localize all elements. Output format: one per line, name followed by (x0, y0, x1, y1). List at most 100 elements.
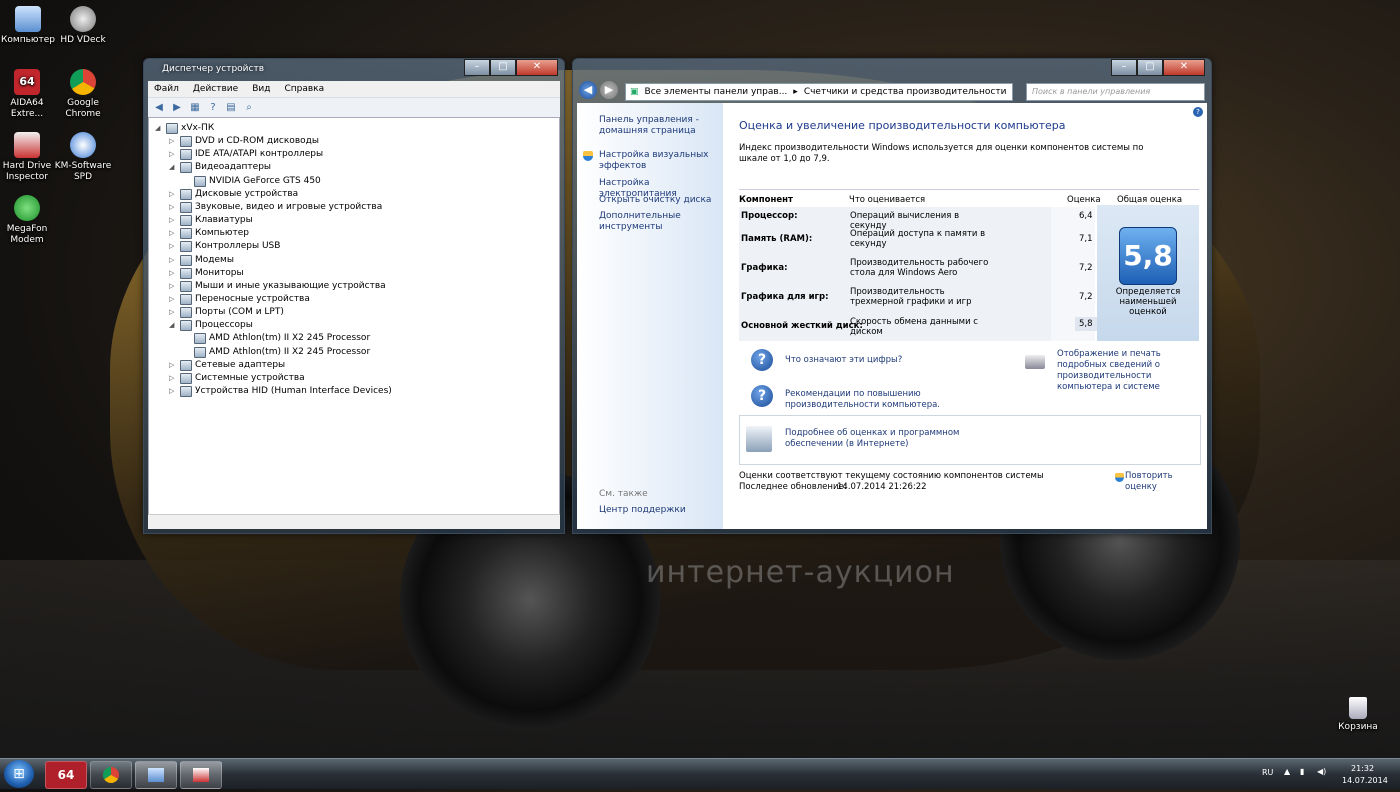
expand-arrow-icon[interactable]: ▷ (169, 385, 177, 398)
language-indicator[interactable]: RU (1262, 768, 1273, 777)
device-manager-window[interactable]: Диспетчер устройств – □ ✕ Файл Действие … (143, 58, 565, 534)
minimize-button[interactable]: – (1111, 59, 1137, 76)
tree-node[interactable]: ▷ Звуковые, видео и игровые устройства (169, 201, 382, 214)
desktop-icon-hd-vdeck[interactable]: HD VDeck (53, 6, 113, 46)
what-numbers-link[interactable]: Что означают эти цифры? (785, 355, 902, 366)
properties-icon[interactable]: ▦ (188, 102, 202, 114)
minimize-button[interactable]: – (464, 59, 490, 76)
expand-arrow-icon[interactable]: ▷ (169, 293, 177, 306)
expand-arrow-icon[interactable]: ▷ (169, 214, 177, 227)
sidebar-home-link[interactable]: Панель управления - домашняя страница (599, 115, 709, 137)
device-tree[interactable]: ◢ xVx-ПК ▷ DVD и CD-ROM дисководы ▷ IDE ATA/A… (148, 117, 560, 515)
taskbar-control-panel[interactable] (180, 761, 222, 789)
breadcrumb-all-items[interactable]: Все элементы панели управ... (645, 87, 788, 97)
clock-date[interactable]: 14.07.2014 (1342, 776, 1388, 785)
expand-arrow-icon[interactable]: ▷ (169, 201, 177, 214)
performance-window[interactable]: – □ ✕ ◀ ▶ ▣ Все элементы панели управ...… (572, 58, 1212, 534)
support-center-link[interactable]: Центр поддержки (599, 505, 686, 516)
tree-node[interactable]: ▷ Компьютер (169, 227, 249, 240)
maximize-button[interactable]: □ (490, 59, 516, 76)
row-disk-what: Скорость обмена данными с диском (850, 317, 978, 337)
expand-arrow-icon[interactable]: ▷ (169, 240, 177, 253)
tree-node[interactable]: ◢ Процессоры (169, 319, 253, 332)
expand-arrow-icon[interactable]: ▷ (169, 227, 177, 240)
tree-node[interactable]: ▷ Мониторы (169, 267, 244, 280)
address-bar[interactable]: ▣ Все элементы панели управ... ▸ Счетчик… (625, 83, 1013, 101)
close-button[interactable]: ✕ (516, 59, 558, 76)
more-info-link[interactable]: Подробнее об оценках и программном обесп… (785, 428, 965, 450)
volume-icon[interactable]: ◀) (1317, 767, 1326, 776)
desktop-icon-recycle-bin[interactable]: Корзина (1328, 697, 1388, 733)
expand-arrow-icon[interactable]: ▷ (169, 280, 177, 293)
collapse-arrow-icon[interactable]: ◢ (169, 319, 177, 332)
expand-arrow-icon[interactable]: ▷ (169, 306, 177, 319)
desktop-icon-aida64[interactable]: 64 AIDA64 Extre... (0, 69, 57, 120)
sidebar-visual-effects-link[interactable]: Настройка визуальных эффектов (599, 150, 709, 172)
tree-node[interactable]: ▷ IDE ATA/ATAPI контроллеры (169, 148, 323, 161)
taskbar-chrome[interactable] (90, 761, 132, 789)
row-graphics-score: 7,2 (1079, 263, 1093, 273)
tree-node[interactable]: ▷ Устройства HID (Human Interface Devices… (169, 385, 392, 398)
desktop-icon-megafon[interactable]: MegaFon Modem (0, 195, 57, 246)
tree-node[interactable]: ▷ Сетевые адаптеры (169, 359, 285, 372)
maximize-button[interactable]: □ (1137, 59, 1163, 76)
sidebar-tools-link[interactable]: Дополнительные инструменты (599, 211, 699, 233)
collapse-arrow-icon[interactable]: ◢ (155, 122, 163, 135)
expand-arrow-icon[interactable]: ▷ (169, 148, 177, 161)
tree-node[interactable]: ▷ DVD и CD-ROM дисководы (169, 135, 319, 148)
performance-titlebar[interactable]: – □ ✕ (573, 59, 1211, 79)
tree-node[interactable]: ▷ Дисковые устройства (169, 188, 298, 201)
tree-node[interactable]: ▷ Клавиатуры (169, 214, 253, 227)
menu-action[interactable]: Действие (193, 84, 238, 96)
device-manager-titlebar[interactable]: Диспетчер устройств – □ ✕ (144, 59, 564, 79)
start-button[interactable]: ⊞ (4, 760, 34, 788)
forward-arrow-icon[interactable]: ▶ (170, 102, 184, 114)
tree-node[interactable]: ▷ Модемы (169, 254, 234, 267)
details-icon[interactable]: ▤ (224, 102, 238, 114)
desktop-icon-computer[interactable]: Компьютер (0, 6, 58, 46)
tree-node[interactable]: ▷ Переносные устройства (169, 293, 310, 306)
sidebar-disk-cleanup-link[interactable]: Открыть очистку диска (599, 195, 719, 206)
taskbar-device-manager[interactable] (135, 761, 177, 789)
menu-help[interactable]: Справка (284, 84, 324, 96)
tray-arrow-icon[interactable]: ▲ (1284, 767, 1290, 776)
breadcrumb-performance[interactable]: Счетчики и средства производительности (804, 87, 1007, 97)
back-arrow-icon[interactable]: ◀ (152, 102, 166, 114)
tree-node-label: Мониторы (195, 267, 244, 278)
taskbar-aida64[interactable]: 64 (45, 761, 87, 789)
forward-button[interactable]: ▶ (600, 81, 618, 99)
desktop-icon-chrome[interactable]: Google Chrome (53, 69, 113, 120)
help-icon[interactable]: ? (206, 102, 220, 114)
desktop-icon-km-software[interactable]: KM-Software SPD (53, 132, 113, 183)
rerun-assessment-link[interactable]: Повторить оценку (1125, 471, 1207, 493)
close-button[interactable]: ✕ (1163, 59, 1205, 76)
menu-view[interactable]: Вид (252, 84, 270, 96)
tree-node[interactable]: ▷ Системные устройства (169, 372, 305, 385)
tips-link[interactable]: Рекомендации по повышению производительн… (785, 389, 945, 411)
print-details-link[interactable]: Отображение и печать подробных сведений … (1057, 349, 1199, 393)
tree-node[interactable]: NVIDIA GeForce GTS 450 (183, 175, 321, 188)
desktop-icon-hard-drive-inspector[interactable]: Hard Drive Inspector (0, 132, 57, 183)
expand-arrow-icon[interactable]: ▷ (169, 188, 177, 201)
expand-arrow-icon[interactable]: ▷ (169, 267, 177, 280)
scan-hardware-icon[interactable]: ⌕ (242, 102, 256, 114)
expand-arrow-icon[interactable]: ▷ (169, 135, 177, 148)
help-icon[interactable]: ? (1193, 107, 1203, 117)
search-input[interactable]: Поиск в панели управления (1026, 83, 1205, 101)
tree-node[interactable]: AMD Athlon(tm) II X2 245 Processor (183, 346, 370, 359)
tree-node[interactable]: ◢ xVx-ПК (155, 122, 214, 135)
back-button[interactable]: ◀ (579, 81, 597, 99)
menu-file[interactable]: Файл (154, 84, 179, 96)
tree-node[interactable]: ▷ Мыши и иные указывающие устройства (169, 280, 386, 293)
network-icon[interactable]: ▮ (1300, 767, 1304, 776)
status-line: Оценки соответствуют текущему состоянию … (739, 471, 1044, 481)
clock-time[interactable]: 21:32 (1351, 764, 1374, 773)
tree-node[interactable]: AMD Athlon(tm) II X2 245 Processor (183, 332, 370, 345)
expand-arrow-icon[interactable]: ▷ (169, 254, 177, 267)
expand-arrow-icon[interactable]: ▷ (169, 372, 177, 385)
expand-arrow-icon[interactable]: ▷ (169, 359, 177, 372)
tree-node[interactable]: ◢ Видеоадаптеры (169, 161, 271, 174)
collapse-arrow-icon[interactable]: ◢ (169, 161, 177, 174)
tree-node[interactable]: ▷ Контроллеры USB (169, 240, 280, 253)
tree-node[interactable]: ▷ Порты (COM и LPT) (169, 306, 284, 319)
